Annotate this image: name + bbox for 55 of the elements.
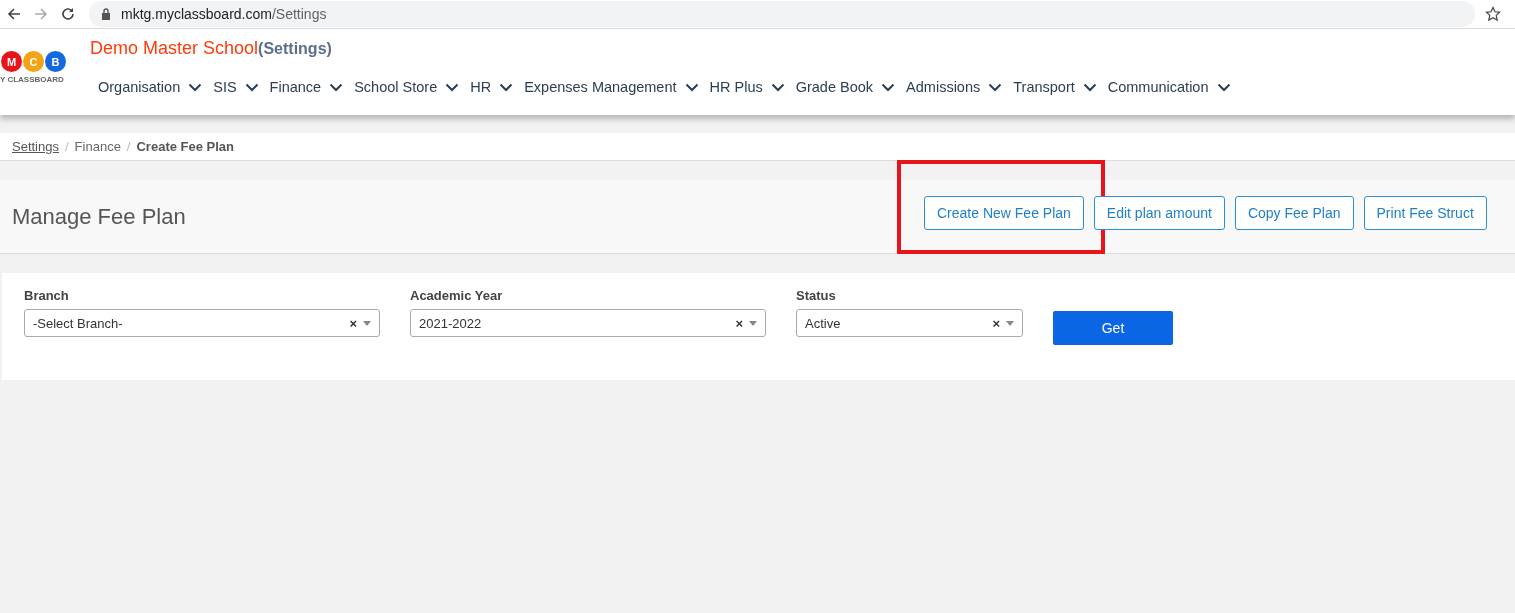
nav-menu-item[interactable]: Expenses Management — [516, 79, 699, 95]
get-button[interactable]: Get — [1053, 311, 1173, 345]
chevron-icon — [445, 82, 460, 92]
chevron-icon — [770, 82, 785, 92]
dropdown-icon — [1006, 320, 1014, 326]
action-button[interactable]: Print Fee Struct — [1363, 195, 1487, 230]
nav-menu-item[interactable]: SIS — [205, 79, 259, 95]
select-field[interactable]: -Select Branch- × — [24, 309, 380, 337]
reload-icon[interactable] — [60, 6, 76, 22]
select-field[interactable]: 2021-2022 × — [410, 309, 766, 337]
nav-menu-item[interactable]: HR Plus — [701, 79, 785, 95]
action-button[interactable]: Copy Fee Plan — [1234, 195, 1354, 230]
chevron-icon — [988, 82, 1003, 92]
field-label: Academic Year — [410, 288, 504, 303]
action-button[interactable]: Create New Fee Plan — [924, 195, 1084, 230]
field-label: Branch — [24, 288, 70, 303]
nav-menu-item[interactable]: HR — [462, 79, 514, 95]
page-context: (Settings) — [258, 40, 332, 57]
select-field[interactable]: Active × — [796, 309, 1023, 337]
breadcrumb-current: Create Fee Plan — [136, 139, 235, 154]
logo-letter: B — [45, 51, 66, 72]
logo-letter: C — [23, 51, 44, 72]
panel-title: Manage Fee Plan — [12, 203, 187, 230]
nav-menu-item[interactable]: Organisation — [90, 79, 203, 95]
breadcrumb-separator: / — [65, 139, 69, 154]
address-bar[interactable]: mktg.myclassboard.com/Settings — [89, 1, 1475, 27]
url-path: /Settings — [271, 6, 327, 22]
dropdown-icon — [749, 320, 757, 326]
back-icon[interactable] — [6, 6, 22, 22]
chevron-icon — [1082, 82, 1097, 92]
breadcrumb-link[interactable]: Settings — [12, 139, 59, 154]
chevron-icon — [684, 82, 699, 92]
nav-menu-item[interactable]: Finance — [261, 79, 344, 95]
chevron-icon — [499, 82, 514, 92]
url-host: mktg.myclassboard.com — [121, 6, 272, 22]
nav-menu-item[interactable]: Grade Book — [787, 79, 896, 95]
nav-menu-item[interactable]: Communication — [1099, 79, 1231, 95]
chevron-icon — [881, 82, 896, 92]
breadcrumb-item: Finance — [74, 139, 121, 154]
chevron-icon — [188, 82, 203, 92]
lock-icon — [101, 8, 111, 20]
star-icon[interactable] — [1485, 6, 1501, 22]
dropdown-icon — [363, 320, 371, 326]
logo-caption: Y CLASSBOARD — [0, 75, 65, 84]
chevron-icon — [329, 82, 344, 92]
chevron-icon — [244, 82, 259, 92]
chevron-icon — [1216, 82, 1231, 92]
breadcrumb-separator: / — [126, 139, 131, 154]
school-name: Demo Master School — [90, 38, 259, 58]
nav-menu-item[interactable]: Admissions — [898, 79, 1003, 95]
nav-menu-item[interactable]: School Store — [346, 79, 460, 95]
action-button[interactable]: Edit plan amount — [1093, 195, 1225, 230]
logo-letter: M — [1, 51, 22, 72]
nav-menu-item[interactable]: Transport — [1005, 79, 1097, 95]
field-label: Status — [796, 288, 837, 303]
